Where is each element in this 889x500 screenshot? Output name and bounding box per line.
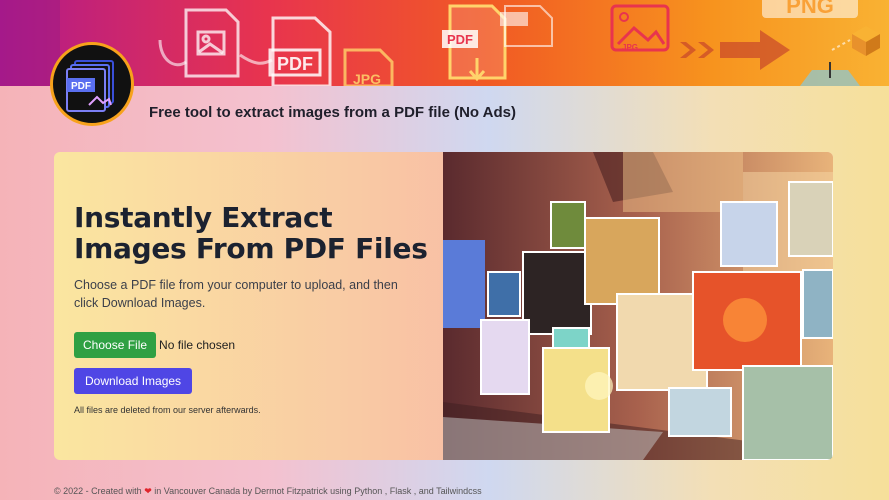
jpg-document-icon: JPG xyxy=(343,48,394,86)
choose-file-button[interactable]: Choose File xyxy=(74,332,157,358)
deletion-note: All files are deleted from our server af… xyxy=(74,405,261,415)
small-jpg-icon xyxy=(500,5,553,47)
pdf-stack-icon: PDF xyxy=(66,60,114,112)
hero-illustration xyxy=(443,152,833,460)
hero-headline: Instantly Extract Images From PDF Files xyxy=(74,201,428,265)
curved-arrow-icon xyxy=(158,39,187,67)
site-logo[interactable]: PDF xyxy=(50,42,134,126)
page-tagline: Free tool to extract images from a PDF f… xyxy=(149,104,517,121)
pdf-download-icon: PDF xyxy=(442,4,507,82)
heart-icon: ❤ xyxy=(144,486,152,496)
file-image-icon xyxy=(184,8,240,78)
header-banner: PDF JPG PDF JPG PNG xyxy=(0,0,889,86)
file-input[interactable]: Choose File No file chosen xyxy=(74,332,434,358)
logo-text: PDF xyxy=(71,81,91,92)
hero-description: Choose a PDF file from your computer to … xyxy=(74,278,398,310)
banner-jpg-text: JPG xyxy=(353,71,381,86)
footer-suffix: in Vancouver Canada by Dermot Fitzpatric… xyxy=(154,486,482,496)
banner-illustration: PDF JPG PDF JPG PNG xyxy=(0,0,880,86)
image-card-icon: JPG xyxy=(610,4,670,52)
hero-card: Instantly Extract Images From PDF Files … xyxy=(54,152,833,460)
arrows-icon xyxy=(680,30,790,70)
download-images-button[interactable]: Download Images xyxy=(74,368,193,394)
dashed-line-icon xyxy=(831,39,851,51)
curved-arrow-icon xyxy=(239,53,273,65)
box-icon xyxy=(852,26,880,56)
banner-pdf-text-2: PDF xyxy=(447,32,473,47)
page-footer: © 2022 - Created with ❤ in Vancouver Can… xyxy=(54,486,482,497)
png-card-icon: PNG xyxy=(762,0,858,18)
banner-jpg-text-2: JPG xyxy=(622,43,638,52)
pdf-document-icon: PDF xyxy=(268,16,332,86)
hero-content: Instantly Extract Images From PDF Files … xyxy=(74,202,434,415)
footer-prefix: © 2022 - Created with xyxy=(54,486,142,496)
file-status-text: No file chosen xyxy=(159,338,236,352)
banner-pdf-text: PDF xyxy=(277,54,313,74)
banner-png-text: PNG xyxy=(786,0,834,18)
